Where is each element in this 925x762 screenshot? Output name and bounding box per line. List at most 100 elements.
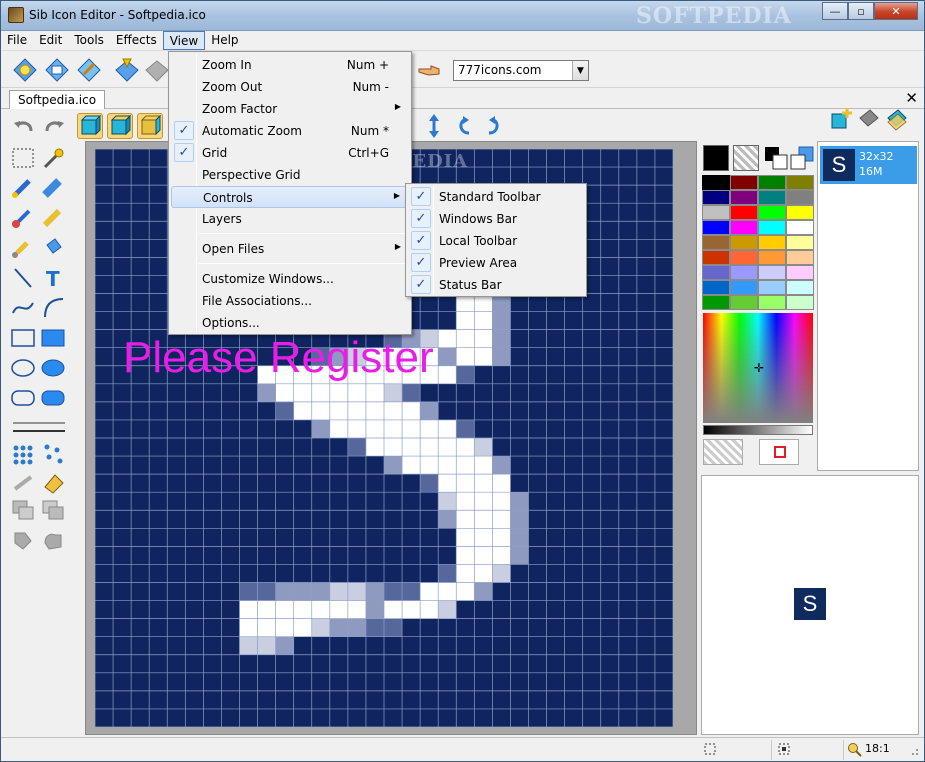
color-swatch[interactable] <box>758 265 786 280</box>
color-swatch[interactable] <box>786 280 814 295</box>
layer-merge-icon[interactable] <box>39 497 67 523</box>
import-icon-button[interactable] <box>113 56 141 84</box>
color-swatch[interactable] <box>702 280 730 295</box>
color-swatch[interactable] <box>758 175 786 190</box>
grayscale-bar[interactable] <box>703 425 813 435</box>
menu-view[interactable]: View <box>162 31 206 50</box>
smudge-icon[interactable] <box>9 469 37 495</box>
menu-effects[interactable]: Effects <box>110 31 163 50</box>
menu-file[interactable]: File <box>1 31 33 50</box>
color-swatch[interactable] <box>786 220 814 235</box>
fill-bucket-icon[interactable] <box>39 235 67 261</box>
new-icon-button[interactable] <box>11 56 39 84</box>
menu-preview-area[interactable]: ✓ Preview Area <box>408 252 584 274</box>
menu-customize-windows[interactable]: Customize Windows... <box>171 268 409 290</box>
format-item[interactable]: S 32x32 16M <box>820 146 917 184</box>
maximize-button[interactable]: ▫ <box>848 2 874 20</box>
color-swatch[interactable] <box>786 175 814 190</box>
line-icon[interactable] <box>9 265 37 291</box>
color-swatch[interactable] <box>758 205 786 220</box>
color-swatch[interactable] <box>786 295 814 310</box>
export-icon-button[interactable] <box>143 56 171 84</box>
curve-icon[interactable] <box>9 295 37 321</box>
flip-vertical-icon[interactable] <box>421 113 447 139</box>
menu-zoom-out[interactable]: Zoom Out Num - <box>171 76 409 98</box>
menu-automatic-zoom[interactable]: ✓ Automatic Zoom Num * <box>171 120 409 142</box>
rectangle-icon[interactable] <box>9 325 37 351</box>
highlighter-icon[interactable] <box>39 205 67 231</box>
menu-grid[interactable]: ✓ Grid Ctrl+G <box>171 142 409 164</box>
menu-layers[interactable]: Layers <box>171 208 409 230</box>
swap-colors-icon[interactable] <box>763 145 789 171</box>
color-swatch[interactable] <box>730 250 758 265</box>
tab-softpedia-ico[interactable]: Softpedia.ico <box>9 90 106 109</box>
shape-tool-icon[interactable] <box>9 527 37 553</box>
pointing-hand-icon[interactable] <box>415 56 443 84</box>
menu-help[interactable]: Help <box>205 31 244 50</box>
open-icon-button[interactable] <box>43 56 71 84</box>
menu-edit[interactable]: Edit <box>33 31 68 50</box>
color-swatch[interactable] <box>730 175 758 190</box>
resize-grip-icon[interactable] <box>907 744 919 759</box>
color-swatch[interactable] <box>758 250 786 265</box>
filled-rounded-rect-icon[interactable] <box>39 385 67 411</box>
menu-local-toolbar[interactable]: ✓ Local Toolbar <box>408 230 584 252</box>
color-swatch[interactable] <box>730 280 758 295</box>
close-button[interactable]: ✕ <box>874 2 918 20</box>
eyedropper-icon[interactable] <box>39 145 67 171</box>
eraser-icon[interactable] <box>39 175 67 201</box>
color-swatch[interactable] <box>786 235 814 250</box>
format-properties-icon[interactable] <box>884 106 910 132</box>
delete-format-icon[interactable] <box>856 106 882 132</box>
ellipse-icon[interactable] <box>9 355 37 381</box>
menu-perspective-grid[interactable]: Perspective Grid <box>171 164 409 186</box>
transparent-color-swatch[interactable] <box>703 439 743 465</box>
color-swatch[interactable] <box>702 295 730 310</box>
color-spectrum-picker[interactable]: ✛ <box>703 313 813 423</box>
layer-mode-3-icon[interactable] <box>137 113 163 139</box>
rotate-right-icon[interactable] <box>481 113 507 139</box>
grid-dots-icon[interactable] <box>9 441 37 467</box>
menu-status-bar[interactable]: ✓ Status Bar <box>408 274 584 296</box>
stamp-icon[interactable] <box>39 469 67 495</box>
color-swatch[interactable] <box>730 265 758 280</box>
background-color-swatch[interactable] <box>733 145 759 171</box>
color-swatch[interactable] <box>730 190 758 205</box>
icon-source-select[interactable]: 777icons.com ▼ <box>453 60 589 81</box>
menu-standard-toolbar[interactable]: ✓ Standard Toolbar <box>408 186 584 208</box>
color-swatch[interactable] <box>730 295 758 310</box>
color-swatch[interactable] <box>730 220 758 235</box>
layer-copy-icon[interactable] <box>9 497 37 523</box>
color-swatch[interactable] <box>758 280 786 295</box>
menu-open-files[interactable]: Open Files ▶ <box>171 238 409 260</box>
layer-mode-icon[interactable] <box>77 113 103 139</box>
menu-options[interactable]: Options... <box>171 312 409 334</box>
filled-rectangle-icon[interactable] <box>39 325 67 351</box>
select-rect-icon[interactable] <box>9 145 37 171</box>
menu-tools[interactable]: Tools <box>68 31 110 50</box>
close-document-icon[interactable]: ✕ <box>905 89 918 107</box>
color-swatch[interactable] <box>758 190 786 205</box>
color-swatch[interactable] <box>702 220 730 235</box>
color-swatch[interactable] <box>702 250 730 265</box>
color-swatch[interactable] <box>730 235 758 250</box>
reset-colors-icon[interactable] <box>789 145 815 171</box>
color-swatch[interactable] <box>786 250 814 265</box>
color-swatch[interactable] <box>786 190 814 205</box>
color-swatch[interactable] <box>758 295 786 310</box>
airbrush-icon[interactable] <box>9 235 37 261</box>
menu-zoom-factor[interactable]: Zoom Factor ▶ <box>171 98 409 120</box>
color-swatch[interactable] <box>786 205 814 220</box>
brush-icon[interactable] <box>9 205 37 231</box>
pencil-icon[interactable] <box>9 175 37 201</box>
color-swatch[interactable] <box>758 220 786 235</box>
filled-ellipse-icon[interactable] <box>39 355 67 381</box>
color-swatch[interactable] <box>702 205 730 220</box>
color-swatch[interactable] <box>702 190 730 205</box>
save-icon-button[interactable] <box>75 56 103 84</box>
color-swatch[interactable] <box>702 175 730 190</box>
minimize-button[interactable]: — <box>822 2 848 20</box>
menu-file-associations[interactable]: File Associations... <box>171 290 409 312</box>
color-swatch[interactable] <box>758 235 786 250</box>
add-format-icon[interactable] <box>828 106 854 132</box>
